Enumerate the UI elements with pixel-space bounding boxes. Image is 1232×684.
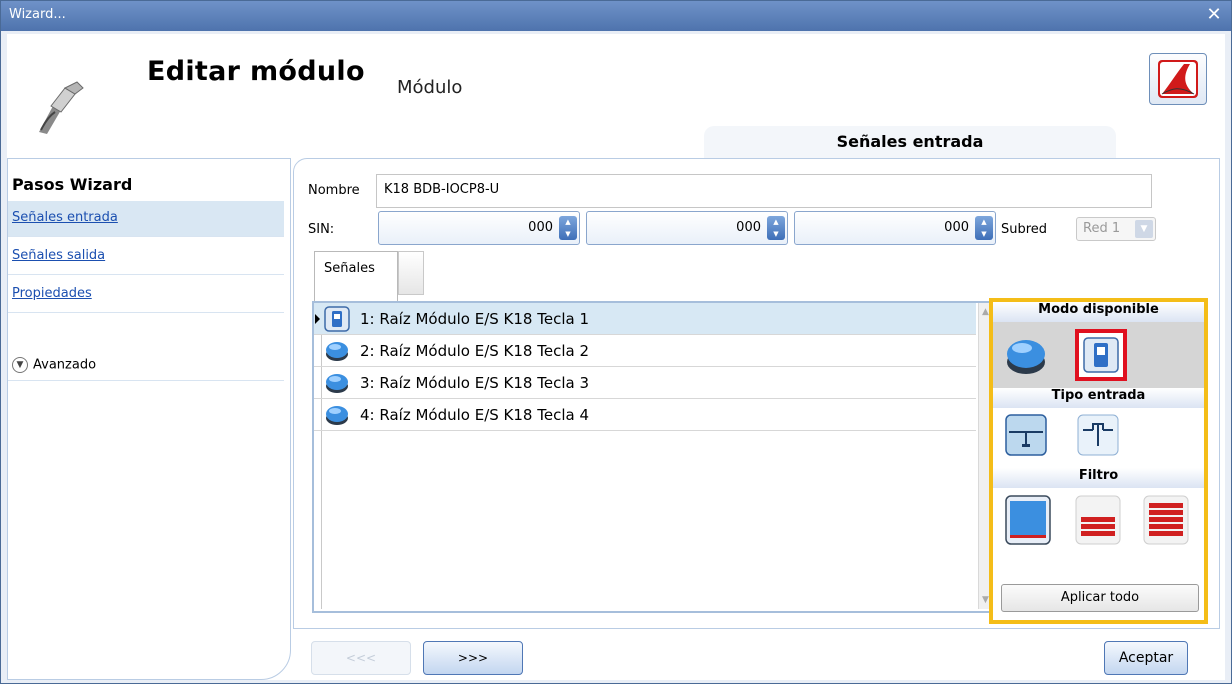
mode-available-title: Modo disponible xyxy=(993,302,1204,322)
table-row[interactable]: 3: Raíz Módulo E/S K18 Tecla 3 xyxy=(314,367,976,399)
sidebar-item-avanzado[interactable]: ▼ Avanzado xyxy=(8,353,284,381)
sin-value-1: 000 xyxy=(528,220,553,235)
filter-high-icon[interactable] xyxy=(1143,495,1189,545)
pushbutton-mode-button[interactable] xyxy=(1003,332,1049,378)
sidebar-item-propiedades[interactable]: Propiedades xyxy=(8,277,284,313)
signal-label: 3: Raíz Módulo E/S K18 Tecla 3 xyxy=(360,374,589,392)
pushbutton-icon xyxy=(326,342,348,361)
sidebar-item-senales-salida[interactable]: Señales salida xyxy=(8,239,284,275)
chevron-down-icon: ▼ xyxy=(12,357,28,373)
pushbutton-icon xyxy=(326,406,348,425)
sin-value-2: 000 xyxy=(736,220,761,235)
next-button[interactable]: >>> xyxy=(423,641,523,675)
sin-stepper-1[interactable]: 000 ▲ ▼ xyxy=(378,211,580,245)
signal-label: 2: Raíz Módulo E/S K18 Tecla 2 xyxy=(360,342,589,360)
page-title: Editar módulo xyxy=(147,56,365,87)
sin-label: SIN: xyxy=(308,222,335,237)
apply-all-button[interactable]: Aplicar todo xyxy=(1001,584,1199,612)
subnet-value: Red 1 xyxy=(1083,221,1121,236)
accept-button[interactable]: Aceptar xyxy=(1104,641,1188,675)
sin-stepper-2[interactable]: 000 ▲ ▼ xyxy=(586,211,788,245)
scroll-up-icon[interactable]: ▲ xyxy=(982,307,989,317)
filter-medium-icon[interactable] xyxy=(1075,495,1121,545)
spin-arrows-icon[interactable]: ▲ ▼ xyxy=(767,216,785,240)
nc-contact-icon[interactable] xyxy=(1077,414,1119,456)
current-step-tab: Señales entrada xyxy=(704,126,1116,158)
name-field[interactable]: K18 BDB-IOCP8-U xyxy=(376,174,1152,208)
page-subtitle: Módulo xyxy=(397,77,463,98)
name-label: Nombre xyxy=(308,183,360,198)
no-contact-icon[interactable] xyxy=(1005,414,1047,456)
table-row[interactable]: 4: Raíz Módulo E/S K18 Tecla 4 xyxy=(314,399,976,431)
tab-empty[interactable] xyxy=(398,251,424,295)
mode-options-panel: Modo disponible Tipo entrada Filtro Apli… xyxy=(989,298,1208,624)
filter-title: Filtro xyxy=(993,468,1204,488)
close-icon[interactable]: ✕ xyxy=(1203,4,1225,26)
signals-grid: 1: Raíz Módulo E/S K18 Tecla 1 2: Raíz M… xyxy=(312,301,996,613)
help-book-icon xyxy=(1158,60,1198,98)
input-type-title: Tipo entrada xyxy=(993,388,1204,408)
subnet-select[interactable]: Red 1 ▼ xyxy=(1076,217,1156,241)
pushbutton-icon xyxy=(326,374,348,393)
scroll-down-icon[interactable]: ▼ xyxy=(982,595,989,605)
chevron-down-icon[interactable]: ▼ xyxy=(1135,220,1153,238)
sin-stepper-3[interactable]: 000 ▲ ▼ xyxy=(794,211,996,245)
sidebar-item-senales-entrada[interactable]: Señales entrada xyxy=(8,201,284,237)
sidebar-title: Pasos Wizard xyxy=(12,175,133,194)
switch-key-icon xyxy=(324,306,350,332)
wizard-steps-sidebar: Pasos Wizard Señales entrada Señales sal… xyxy=(7,158,291,680)
filter-low-icon[interactable] xyxy=(1005,495,1051,545)
previous-button[interactable]: <<< xyxy=(311,641,411,675)
sin-value-3: 000 xyxy=(944,220,969,235)
help-button[interactable] xyxy=(1149,53,1207,105)
cable-connector-icon xyxy=(39,81,84,134)
spin-arrows-icon[interactable]: ▲ ▼ xyxy=(559,216,577,240)
subnet-label: Subred xyxy=(1001,222,1048,237)
signal-label: 1: Raíz Módulo E/S K18 Tecla 1 xyxy=(360,310,589,328)
signal-label: 4: Raíz Módulo E/S K18 Tecla 4 xyxy=(360,406,589,424)
wizard-window: Wizard... ✕ Editar módulo Módulo Señales… xyxy=(0,0,1232,684)
switch-mode-button[interactable] xyxy=(1075,329,1127,381)
window-title: Wizard... xyxy=(9,7,66,22)
table-row[interactable]: 1: Raíz Módulo E/S K18 Tecla 1 xyxy=(314,303,976,335)
sidebar-advanced-label: Avanzado xyxy=(33,357,97,373)
row-selector-icon xyxy=(315,314,320,324)
tab-senales[interactable]: Señales xyxy=(314,251,398,301)
title-bar: Wizard... ✕ xyxy=(1,1,1231,31)
table-row[interactable]: 2: Raíz Módulo E/S K18 Tecla 2 xyxy=(314,335,976,367)
spin-arrows-icon[interactable]: ▲ ▼ xyxy=(975,216,993,240)
